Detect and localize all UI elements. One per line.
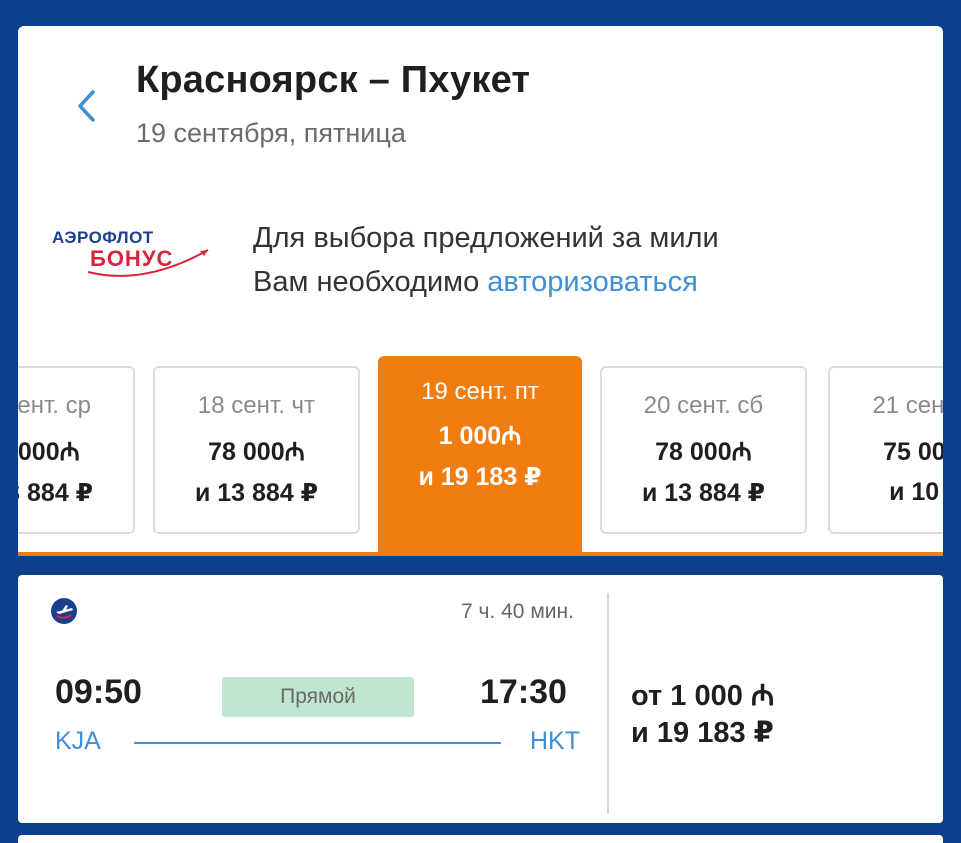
date-rub-price: и 19 183 ₽ xyxy=(418,463,542,491)
date-miles-price: 1 000₼ xyxy=(438,422,522,450)
authorize-link[interactable]: авторизоваться xyxy=(487,266,698,298)
date-card[interactable]: 17 сент. ср 78 000₼ и 13 884 ₽ xyxy=(18,366,135,534)
date-card-selected[interactable]: 19 сент. пт 1 000₼ и 19 183 ₽ xyxy=(378,356,582,556)
back-button[interactable] xyxy=(66,86,106,126)
logo-line2: БОНУС xyxy=(90,246,174,271)
date-label: 18 сент. чт xyxy=(197,392,316,419)
date-selector: 17 сент. ср 78 000₼ и 13 884 ₽ 18 сент. … xyxy=(18,356,943,556)
next-flight-card-edge xyxy=(18,835,943,843)
route-header-card: Красноярск – Пхукет 19 сентября, пятница… xyxy=(18,26,943,556)
aeroflot-bonus-logo: АЭРОФЛОТ БОНУС xyxy=(48,222,218,286)
flight-price-rub: и 19 183 ₽ xyxy=(631,717,774,749)
date-rub-price: и 13 884 ₽ xyxy=(641,479,766,507)
date-rub-price: и 13 884 ₽ xyxy=(18,479,94,507)
date-card[interactable]: 20 сент. сб 78 000₼ и 13 884 ₽ xyxy=(600,366,807,534)
date-label: 21 сент. вс xyxy=(872,392,943,419)
date-label: 19 сент. пт xyxy=(421,378,539,405)
miles-message-prefix: Вам необходимо xyxy=(253,266,488,298)
date-label: 17 сент. ср xyxy=(18,392,91,419)
arrival-time: 17:30 xyxy=(480,673,567,711)
flight-price-miles: от 1 000 ₼ xyxy=(631,680,775,712)
departure-airport-code: KJA xyxy=(55,727,101,755)
miles-message-line2: Вам необходимо авторизоваться xyxy=(253,260,719,304)
flight-option-card[interactable]: 7 ч. 40 мин. 09:50 Прямой 17:30 KJA HKT … xyxy=(18,575,943,823)
date-label: 20 сент. сб xyxy=(643,392,764,419)
date-miles-price: 78 000₼ xyxy=(655,438,752,466)
route-line xyxy=(134,742,501,744)
miles-auth-message: Для выбора предложений за мили Вам необх… xyxy=(253,216,719,304)
card-divider xyxy=(607,593,609,813)
page-title: Красноярск – Пхукет xyxy=(136,59,531,101)
date-card[interactable]: 18 сент. чт 78 000₼ и 13 884 ₽ xyxy=(153,366,360,534)
departure-time: 09:50 xyxy=(55,673,142,711)
miles-message-line1: Для выбора предложений за мили xyxy=(253,222,719,254)
date-miles-price: 78 000₼ xyxy=(18,438,80,466)
chevron-left-icon xyxy=(78,90,95,122)
arrival-airport-code: HKT xyxy=(530,727,580,755)
selected-date-underline xyxy=(18,552,943,556)
date-rub-price: и 13 884 ₽ xyxy=(194,479,319,507)
date-rub-price: и 10 6.. xyxy=(889,478,943,506)
direct-flight-badge: Прямой xyxy=(222,677,414,717)
date-miles-price: 75 000₼ xyxy=(883,438,943,466)
flight-duration: 7 ч. 40 мин. xyxy=(461,600,574,623)
date-miles-price: 78 000₼ xyxy=(208,438,305,466)
page-subtitle: 19 сентября, пятница xyxy=(136,118,406,148)
airline-logo-icon xyxy=(51,598,77,624)
date-card[interactable]: 21 сент. вс 75 000₼ и 10 6.. xyxy=(828,366,943,534)
